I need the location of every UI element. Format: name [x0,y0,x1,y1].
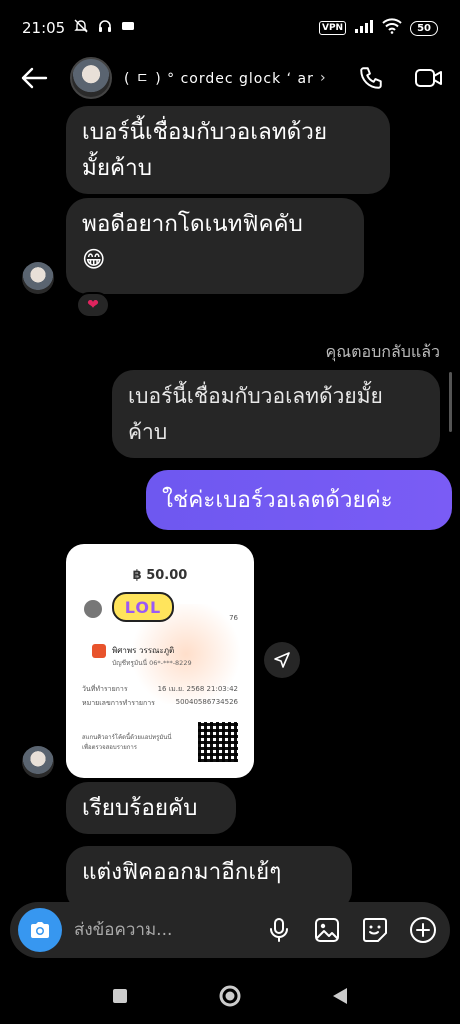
camera-icon [31,922,49,938]
date-label: วันที่ทำรายการ [82,685,128,693]
sender-avatar[interactable] [22,746,54,778]
microphone-icon [270,918,288,942]
scroll-indicator [449,372,452,432]
square-icon [113,989,127,1003]
send-icon [274,652,290,668]
circle-icon [219,985,241,1007]
more-button[interactable] [408,915,438,945]
sender-avatar[interactable] [22,262,54,294]
message-bubble-outgoing[interactable]: ใช่ค่ะเบอร์วอเลตด้วยค่ะ [146,470,452,530]
grinning-emoji: 😁 [82,247,106,273]
signal-icon [354,19,374,37]
share-button[interactable] [264,642,300,678]
image-icon [315,918,339,942]
message-text: พอดีอยากโดเนทฟิคคับ [82,211,303,237]
date-value: 16 เม.ย. 2568 21:03:42 [157,685,238,693]
message-bubble-incoming-2[interactable]: พอดีอยากโดเนทฟิคคับ 😁 [66,198,364,294]
back-arrow-icon [21,67,48,89]
receipt-amount: ฿ 50.00 [132,568,188,583]
gallery-button[interactable] [312,915,342,945]
qr-code [198,722,238,762]
ref-value: 50040586734526 [175,698,238,706]
message-bubble-incoming-3[interactable]: เรียบร้อยคับ [66,782,236,834]
back-button[interactable] [14,58,54,98]
contact-avatar[interactable] [70,57,112,99]
battery-indicator: 50 [410,20,438,36]
phone-icon [360,67,382,89]
camera-button[interactable] [18,908,62,952]
truemoney-logo [92,644,106,658]
recents-button[interactable] [105,981,135,1011]
vpn-badge: VPN [318,21,347,35]
sticker-icon [363,918,387,942]
voice-call-button[interactable] [354,61,388,95]
scan-note: สแกนคิวอาร์โค้ดนี้ด้วยแอปทรูมันนี่ เพื่อ… [82,734,172,751]
sticker-button[interactable] [360,915,390,945]
receipt-avatar [84,600,102,618]
contact-name[interactable]: ( ㄷ ) ° cordec glock ‘ arl... [124,68,314,88]
system-nav-bar [0,968,460,1024]
payee-name: พิศาพร วรรณะภูติ [112,646,175,655]
receipt-id-fragment: 76 [229,614,238,622]
video-call-button[interactable] [412,61,446,95]
chevron-right-icon[interactable]: › [320,70,326,86]
wifi-icon [382,18,402,38]
image-message-receipt[interactable]: ฿ 50.00 LOL 76 พิศาพร วรรณะภูติ บัญชีทรู… [66,544,254,778]
lol-sticker: LOL [112,592,174,622]
plus-circle-icon [410,917,436,943]
triangle-back-icon [333,988,347,1004]
chat-header: ( ㄷ ) ° cordec glock ‘ arl... › [0,50,460,106]
status-bar: 21:05 VPN 50 [0,0,460,56]
ref-label: หมายเลขการทำรายการ [82,699,155,707]
headphones-icon [97,18,113,38]
home-button[interactable] [215,981,245,1011]
message-bubble-incoming-1[interactable]: เบอร์นี้เชื่อมกับวอเลทด้วย มั้ยค้าบ [66,106,390,194]
back-nav-button[interactable] [325,981,355,1011]
status-time: 21:05 [22,19,66,37]
message-input[interactable] [74,920,254,940]
message-composer [10,902,450,958]
quoted-message[interactable]: เบอร์นี้เชื่อมกับวอเลทด้วยมั้ย ค้าบ [112,370,440,458]
voice-message-button[interactable] [264,915,294,945]
payee-account: บัญชีทรูมันนี่ 06*-***-8229 [112,659,192,667]
video-camera-icon [415,69,442,87]
heart-reaction[interactable]: ❤ [76,292,110,318]
replied-label: คุณตอบกลับแล้ว [325,342,440,361]
sim-icon [121,19,135,37]
mute-icon [73,18,89,38]
